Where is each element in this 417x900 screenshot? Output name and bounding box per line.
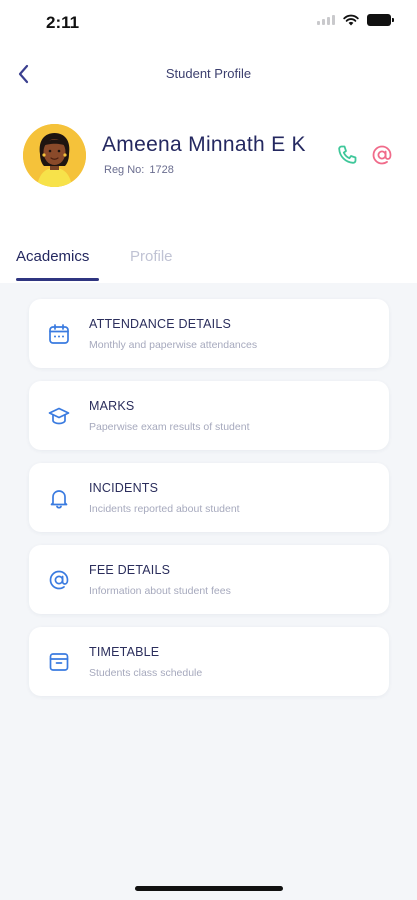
battery-icon [367, 14, 394, 26]
card-title: MARKS [89, 399, 135, 413]
phone-icon[interactable] [335, 143, 359, 167]
reg-number: Reg No: 1728 [102, 164, 174, 176]
tab-academics[interactable]: Academics [16, 248, 89, 265]
active-tab-indicator [16, 278, 99, 281]
at-sign-icon [49, 570, 69, 590]
tab-profile[interactable]: Profile [130, 248, 173, 265]
home-indicator [135, 886, 283, 891]
calendar-icon [49, 324, 69, 344]
wifi-icon [343, 14, 359, 26]
card-attendance-details[interactable]: ATTENDANCE DETAILS Monthly and paperwise… [29, 299, 389, 368]
card-subtitle: Incidents reported about student [89, 503, 240, 515]
archive-icon [49, 653, 69, 671]
reg-number-label: Reg No: [104, 164, 145, 176]
graduation-cap-icon [48, 407, 70, 425]
card-title: ATTENDANCE DETAILS [89, 317, 232, 331]
status-icons [317, 14, 394, 26]
card-subtitle: Monthly and paperwise attendances [89, 339, 258, 351]
reg-number-value: 1728 [149, 164, 174, 176]
card-fee-details[interactable]: FEE DETAILS Information about student fe… [29, 545, 389, 614]
status-time: 2:11 [46, 13, 80, 32]
card-subtitle: Students class schedule [89, 667, 203, 679]
bell-icon [50, 490, 68, 509]
avatar [23, 124, 86, 187]
card-timetable[interactable]: TIMETABLE Students class schedule [29, 627, 389, 696]
student-name: Ameena Minnath E K [102, 133, 306, 156]
card-title: TIMETABLE [89, 645, 160, 659]
avatar-illustration-icon [23, 124, 86, 187]
page-title: Student Profile [165, 66, 252, 81]
card-title: INCIDENTS [89, 481, 159, 495]
card-subtitle: Paperwise exam results of student [89, 421, 250, 433]
card-marks[interactable]: MARKS Paperwise exam results of student [29, 381, 389, 450]
email-at-icon[interactable] [370, 143, 394, 167]
card-title: FEE DETAILS [89, 563, 171, 577]
signal-icon [317, 15, 335, 25]
card-subtitle: Information about student fees [89, 585, 231, 597]
card-incidents[interactable]: INCIDENTS Incidents reported about stude… [29, 463, 389, 532]
